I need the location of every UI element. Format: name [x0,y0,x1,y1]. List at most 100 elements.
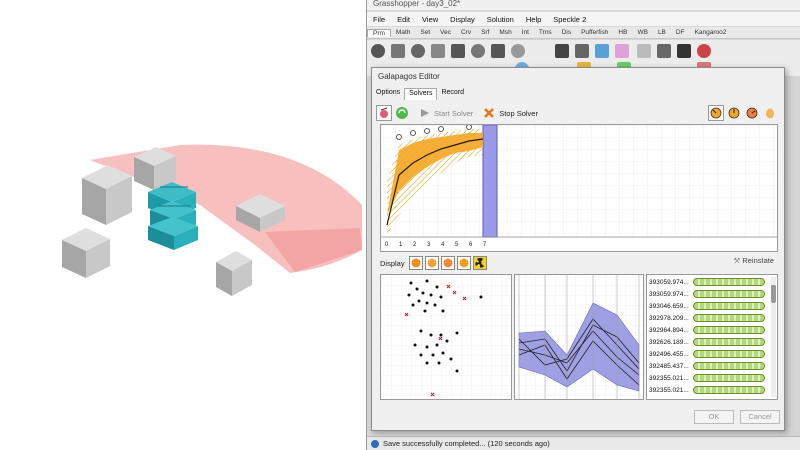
tab-srf[interactable]: Srf [476,29,494,36]
genome-parallel-plot[interactable] [514,274,644,400]
menu-solution[interactable]: Solution [481,15,520,24]
param-icon-16[interactable] [697,44,711,58]
tab-vec[interactable]: Vec [435,29,456,36]
tab-prm[interactable]: Prm [367,28,391,37]
ok-button[interactable]: OK [694,410,734,424]
display-mode-1-icon[interactable] [408,256,423,270]
param-icon-15[interactable] [677,44,691,58]
display-mode-2-icon[interactable] [424,256,439,270]
fitness-bar [693,302,765,310]
fitness-bar [693,290,765,298]
genome-fitness: 393046.659... [649,302,689,310]
menu-edit[interactable]: Edit [391,15,416,24]
genome-map[interactable] [380,274,512,400]
tab-df[interactable]: DF [671,29,690,36]
cancel-button[interactable]: Cancel [740,410,780,424]
tab-kangaroo2[interactable]: Kangaroo2 [690,29,732,36]
genome-list[interactable]: 393059.974... 393059.974... 393046.659..… [646,274,778,400]
tab-options[interactable]: Options [372,88,404,100]
param-icon-8[interactable] [511,44,525,58]
egg-icon[interactable] [762,105,778,121]
start-solver-button[interactable]: Start Solver [434,109,473,118]
display-mode-3-icon[interactable] [440,256,455,270]
list-item[interactable]: 392355.021... [649,373,769,383]
param-icon-4[interactable] [431,44,445,58]
tick-5: 5 [455,242,459,248]
tab-record[interactable]: Record [437,88,468,100]
teal-tower [148,182,198,250]
menu-speckle[interactable]: Speckle 2 [547,15,592,24]
param-icon-10[interactable] [575,44,589,58]
menu-file[interactable]: File [367,15,391,24]
fitness-bar [693,338,765,346]
reinstate-button[interactable]: ⚒ Reinstate [733,256,774,265]
tab-lb[interactable]: LB [653,29,671,36]
param-icon-3[interactable] [411,44,425,58]
display-label: Display [380,258,405,268]
radiation-icon[interactable] [472,256,487,270]
tick-2: 2 [413,242,417,248]
evolutionary-solver-icon[interactable] [376,105,392,121]
fitness-graph-svg: 0 1 2 3 4 5 6 7 [381,124,777,248]
list-item[interactable]: 392496.455... [649,349,769,359]
box-1 [82,165,132,225]
pink-surface-edge [265,228,362,272]
info-icon [371,439,379,448]
param-icon-11[interactable] [595,44,609,58]
tab-int[interactable]: Int [517,29,534,36]
tick-1: 1 [399,242,403,248]
tab-trns[interactable]: Trns [534,29,557,36]
genome-fitness: 393059.974... [649,278,689,286]
fitness-graph[interactable]: 0 1 2 3 4 5 6 7 [380,124,778,252]
reinstate-label: Reinstate [742,256,774,265]
param-icon-14[interactable] [657,44,671,58]
list-item[interactable]: 393059.974... [649,277,769,287]
galapagos-editor: Galapagos Editor Options Solvers Record … [371,67,785,431]
tab-math[interactable]: Math [391,29,415,36]
genome-map-svg [381,275,511,399]
gauge-icon-1[interactable] [708,105,724,121]
list-item[interactable]: 392964.894... [649,325,769,335]
stop-solver-button[interactable]: Stop Solver [499,109,538,118]
param-icon-12[interactable] [615,44,629,58]
tab-crv[interactable]: Crv [456,29,476,36]
list-scrollbar[interactable] [771,277,776,397]
gauge-icon-3[interactable] [744,105,760,121]
menu-view[interactable]: View [416,15,444,24]
param-icon-9[interactable] [555,44,569,58]
galapagos-tabs: Options Solvers Record [372,88,468,100]
genome-fitness: 393059.974... [649,290,689,298]
param-icon-6[interactable] [471,44,485,58]
param-icon-2[interactable] [391,44,405,58]
display-mode-4-icon[interactable] [456,256,471,270]
list-item[interactable]: 393059.974... [649,289,769,299]
solver-toolbar: Start Solver Stop Solver [376,104,780,122]
param-icon-1[interactable] [371,44,385,58]
list-item[interactable]: 392978.209... [649,313,769,323]
tab-pufferfish[interactable]: Pufferfish [576,29,613,36]
tick-3: 3 [427,242,431,248]
dialog-title: Galapagos Editor [372,68,784,86]
x-axis-ticks: 0 1 2 3 4 5 6 7 [385,242,487,248]
tab-dis[interactable]: Dis [557,29,576,36]
param-icon-7[interactable] [491,44,505,58]
list-item[interactable]: 393046.659... [649,301,769,311]
gauge-icon-2[interactable] [726,105,742,121]
rhino-viewport[interactable] [0,0,366,450]
tab-msh[interactable]: Msh [494,29,516,36]
list-item[interactable]: 392485.437... [649,361,769,371]
fitness-bar [693,326,765,334]
tab-wb[interactable]: WB [632,29,652,36]
menu-help[interactable]: Help [520,15,547,24]
status-text: Save successfully completed... (120 seco… [383,439,550,448]
tab-hb[interactable]: HB [613,29,632,36]
param-icon-5[interactable] [451,44,465,58]
param-icon-13[interactable] [637,44,651,58]
scrollbar-thumb[interactable] [771,285,776,303]
list-item[interactable]: 392355.021... [649,385,769,395]
tab-set[interactable]: Set [415,29,435,36]
list-item[interactable]: 392626.189... [649,337,769,347]
menu-display[interactable]: Display [444,15,481,24]
tab-solvers[interactable]: Solvers [404,88,438,100]
annealing-solver-icon[interactable] [394,105,410,121]
